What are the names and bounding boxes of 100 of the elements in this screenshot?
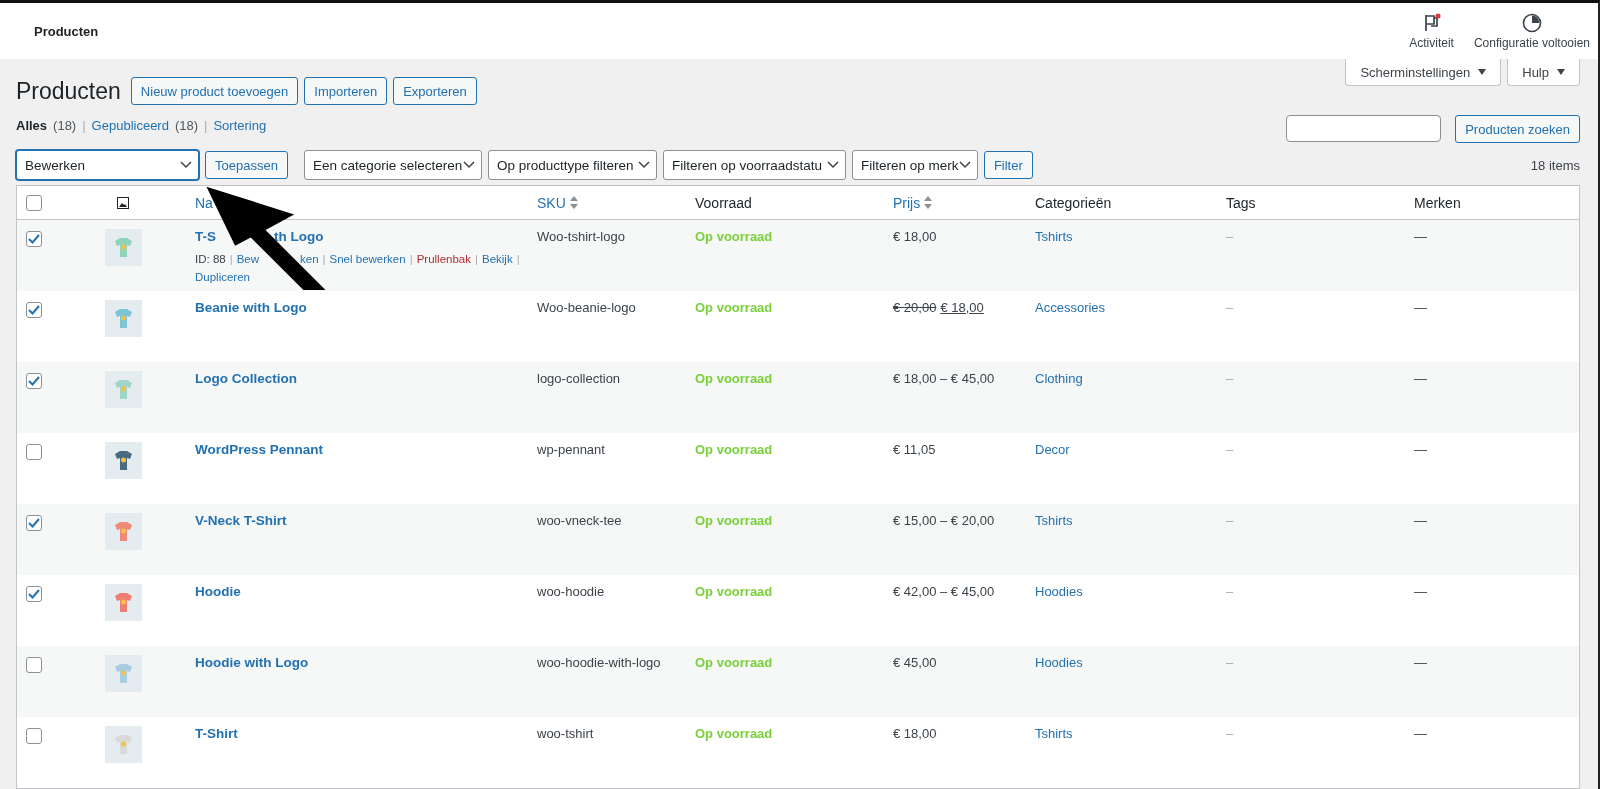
header-button[interactable]: Exporteren (393, 77, 477, 105)
view-link[interactable]: Sortering (213, 117, 267, 133)
product-name[interactable]: Logo Collection (195, 371, 297, 386)
separator-text: | (229, 252, 233, 267)
stock-status: Op voorraad (695, 655, 773, 670)
separator-text: | (474, 252, 478, 267)
brands-text: — (1414, 229, 1427, 244)
column-header[interactable]: Tags (1226, 194, 1256, 211)
checkbox[interactable] (26, 231, 42, 247)
stock-status: Op voorraad (695, 371, 773, 386)
checkbox[interactable] (26, 728, 42, 744)
category-link[interactable]: Hoodies (1035, 655, 1083, 670)
header-button[interactable]: Importeren (304, 77, 388, 105)
sku-text: wp-pennant (537, 442, 605, 457)
sku-text: Woo-tshirt-logo (537, 229, 625, 244)
sku-text: woo-hoodie-with-logo (537, 655, 661, 670)
apply-button[interactable]: Toepassen (205, 151, 288, 179)
product-name[interactable]: Hoodie (195, 584, 241, 599)
view-link[interactable]: Gepubliceerd (91, 117, 169, 133)
row-action-link[interactable]: Bekijk (481, 250, 513, 268)
filter-select[interactable]: Filteren op voorraadstatu (662, 150, 846, 180)
price-text: € 18,00 – € 45,00 (893, 371, 995, 386)
old-price: € 20,00 (893, 300, 937, 315)
row-action-link[interactable]: ken (300, 250, 319, 268)
price-text: € 45,00 (893, 655, 937, 670)
search-field[interactable] (1286, 115, 1442, 142)
separator-text: | (322, 252, 326, 267)
checkbox[interactable] (26, 373, 42, 389)
brands-text: — (1414, 371, 1427, 386)
column-header[interactable]: Na (195, 194, 213, 211)
row-action-link[interactable]: Snel bewerken (329, 250, 406, 268)
check-icon (28, 518, 40, 528)
category-link[interactable]: Clothing (1035, 371, 1083, 386)
column-header[interactable]: Categorieën (1035, 194, 1112, 211)
view-count: (18) (174, 117, 199, 133)
screen-tab[interactable]: Scherminstellingen (1345, 59, 1502, 86)
tags-text: – (1226, 726, 1234, 741)
sku-text: Woo-beanie-logo (537, 300, 636, 315)
check-icon (28, 376, 40, 386)
checkbox[interactable] (26, 444, 42, 460)
sku-text: logo-collection (537, 371, 621, 386)
tags-text: – (1226, 584, 1234, 599)
filter-select[interactable]: Filteren op merk (851, 150, 978, 180)
bulk-action-select[interactable]: Bewerken (16, 150, 199, 180)
row-action-link[interactable]: Dupliceren (195, 268, 250, 286)
view-link[interactable]: Alles (16, 117, 48, 133)
checkbox[interactable] (26, 194, 42, 211)
toolbar-button[interactable]: Activiteit (1409, 12, 1454, 50)
chevron-down-icon (637, 161, 650, 169)
filter-select[interactable]: Een categorie selecteren (303, 150, 482, 180)
header-button[interactable]: Nieuw product toevoegen (130, 77, 299, 105)
sku-text: woo-hoodie (537, 584, 605, 599)
row-action-link[interactable]: Bew (236, 250, 260, 268)
category-link[interactable]: Tshirts (1035, 726, 1073, 741)
screen-tab[interactable]: Hulp (1507, 59, 1580, 86)
tags-text: – (1226, 655, 1234, 670)
checkbox[interactable] (26, 302, 42, 318)
row-action-link[interactable]: Prullenbak (416, 250, 471, 268)
price-text: € 18,00 (893, 726, 937, 741)
product-name[interactable]: WordPress Pennant (195, 442, 324, 457)
product-name[interactable]: T-S (195, 229, 216, 244)
column-header[interactable]: Merken (1414, 194, 1461, 211)
price-text: € 18,00 (893, 229, 937, 244)
filter-button[interactable]: Filter (983, 151, 1033, 179)
category-link[interactable]: Accessories (1035, 300, 1106, 315)
sale-price: € 18,00 (940, 300, 984, 315)
product-name[interactable]: V-Neck T-Shirt (195, 513, 287, 528)
search-button[interactable]: Producten zoeken (1455, 115, 1580, 143)
filter-select[interactable]: Op producttype filteren (487, 150, 657, 180)
product-id: ID: 88 (195, 252, 226, 267)
product-name[interactable]: Hoodie with Logo (195, 655, 309, 670)
category-link[interactable]: Tshirts (1035, 229, 1073, 244)
category-link[interactable]: Tshirts (1035, 513, 1073, 528)
column-header[interactable]: SKU (537, 194, 578, 211)
brands-text: — (1414, 726, 1427, 741)
check-icon (28, 589, 40, 599)
separator-text: | (409, 252, 413, 267)
tags-text: – (1226, 442, 1234, 457)
checkbox[interactable] (26, 586, 42, 602)
product-name[interactable]: T-Shirt (195, 726, 238, 741)
progress-icon (1521, 12, 1542, 33)
stock-status: Op voorraad (695, 513, 773, 528)
chevron-down-icon (462, 161, 475, 169)
tags-text: – (1226, 300, 1234, 315)
column-header[interactable]: Voorraad (695, 194, 752, 211)
checkbox[interactable] (26, 657, 42, 673)
product-name[interactable]: Beanie with Logo (195, 300, 307, 315)
stock-status: Op voorraad (695, 726, 773, 741)
separator-text: | (82, 117, 86, 133)
checkbox[interactable] (26, 515, 42, 531)
sort-icon (924, 196, 933, 209)
item-count: 18 items (1530, 157, 1580, 173)
toolbar-button[interactable]: Configuratie voltooien (1473, 12, 1590, 50)
column-header[interactable]: Prijs (893, 194, 933, 211)
brands-text: — (1414, 655, 1427, 670)
category-link[interactable]: Decor (1035, 442, 1070, 457)
category-link[interactable]: Hoodies (1035, 584, 1083, 599)
product-name[interactable]: th Logo (274, 229, 324, 244)
tags-text: – (1226, 371, 1234, 386)
heading: Producten (16, 77, 121, 105)
